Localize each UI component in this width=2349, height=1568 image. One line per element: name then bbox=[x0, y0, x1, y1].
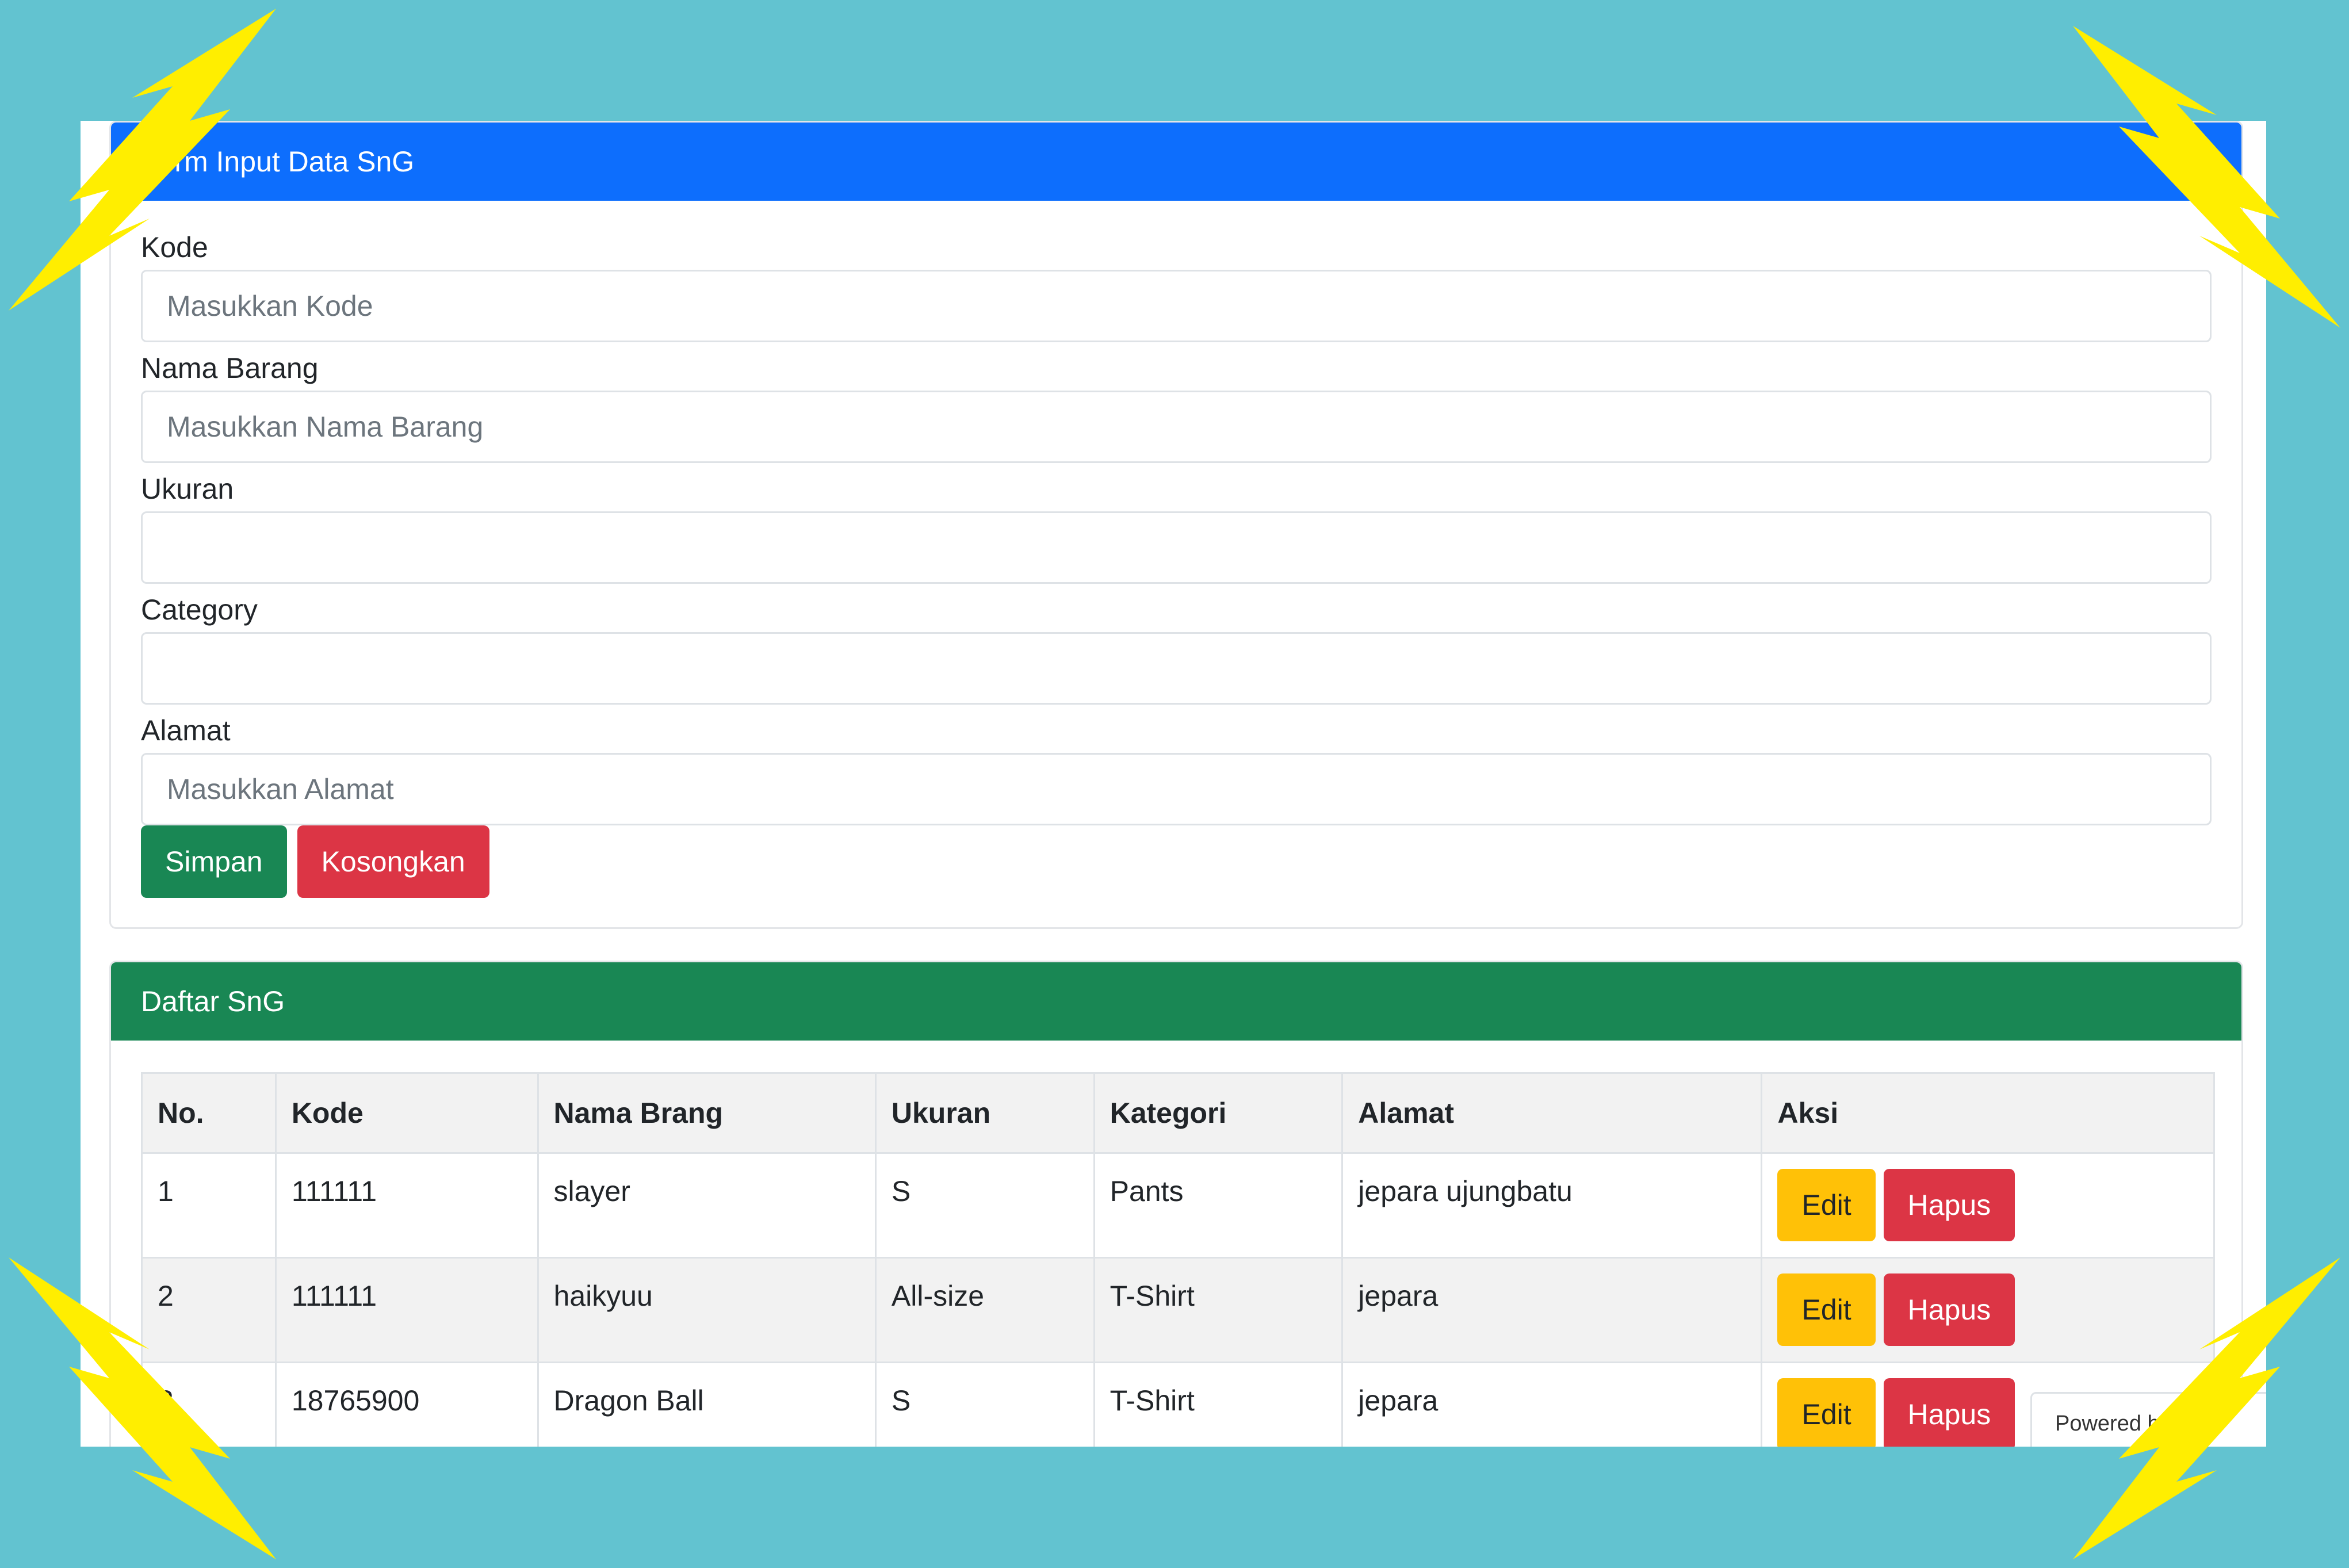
form-body: Kode Nama Barang Ukuran Category Alamat … bbox=[111, 201, 2241, 898]
table-header-row: No. Kode Nama Brang Ukuran Kategori Alam… bbox=[141, 1072, 2215, 1154]
cell-kategori: T-Shirt bbox=[1093, 1362, 1344, 1447]
form-card-header: Form Input Data SnG bbox=[111, 123, 2241, 201]
list-card: Daftar SnG No. Kode Nama Brang Ukuran Ka… bbox=[109, 961, 2243, 1447]
cell-kategori: T-Shirt bbox=[1093, 1257, 1344, 1363]
lightning-bolt-icon bbox=[2073, 1257, 2340, 1559]
column-header-kode: Kode bbox=[274, 1072, 539, 1154]
edit-button[interactable]: Edit bbox=[1777, 1273, 1876, 1346]
clear-button[interactable]: Kosongkan bbox=[297, 825, 489, 898]
table-row: 1 111111 slayer S Pants jepara ujungbatu… bbox=[141, 1152, 2215, 1259]
edit-button[interactable]: Edit bbox=[1777, 1169, 1876, 1241]
cell-kode: 111111 bbox=[274, 1257, 539, 1363]
lightning-bolt-icon bbox=[9, 9, 276, 311]
data-table: No. Kode Nama Brang Ukuran Kategori Alam… bbox=[141, 1072, 2215, 1447]
delete-button[interactable]: Hapus bbox=[1883, 1273, 2015, 1346]
ukuran-input[interactable] bbox=[141, 511, 2212, 584]
nama-barang-label: Nama Barang bbox=[141, 352, 319, 384]
kode-label: Kode bbox=[141, 231, 208, 263]
column-header-nama: Nama Brang bbox=[537, 1072, 877, 1154]
column-header-no: No. bbox=[141, 1072, 277, 1154]
cell-kode: 18765900 bbox=[274, 1362, 539, 1447]
column-header-ukuran: Ukuran bbox=[874, 1072, 1095, 1154]
delete-button[interactable]: Hapus bbox=[1883, 1169, 2015, 1241]
lightning-bolt-icon bbox=[9, 1257, 276, 1559]
list-body: No. Kode Nama Brang Ukuran Kategori Alam… bbox=[111, 1072, 2241, 1447]
list-card-header: Daftar SnG bbox=[111, 962, 2241, 1041]
alamat-input[interactable] bbox=[141, 753, 2212, 825]
ukuran-label: Ukuran bbox=[141, 473, 234, 505]
cell-aksi: Edit Hapus bbox=[1761, 1152, 2215, 1259]
cell-no: 1 bbox=[141, 1152, 277, 1259]
cell-nama: Dragon Ball bbox=[537, 1362, 877, 1447]
table-row: 3 18765900 Dragon Ball S T-Shirt jepara … bbox=[141, 1362, 2215, 1447]
cell-alamat: jepara bbox=[1341, 1257, 1763, 1363]
nama-barang-input[interactable] bbox=[141, 391, 2212, 463]
cell-ukuran: S bbox=[874, 1152, 1095, 1259]
form-card: Form Input Data SnG Kode Nama Barang Uku… bbox=[109, 121, 2243, 929]
column-header-alamat: Alamat bbox=[1341, 1072, 1763, 1154]
save-button[interactable]: Simpan bbox=[141, 825, 287, 898]
column-header-kategori: Kategori bbox=[1093, 1072, 1344, 1154]
delete-button[interactable]: Hapus bbox=[1883, 1378, 2015, 1447]
category-input[interactable] bbox=[141, 632, 2212, 705]
lightning-bolt-icon bbox=[2073, 26, 2340, 328]
cell-alamat: jepara ujungbatu bbox=[1341, 1152, 1763, 1259]
cell-kode: 111111 bbox=[274, 1152, 539, 1259]
kode-input[interactable] bbox=[141, 270, 2212, 342]
cell-kategori: Pants bbox=[1093, 1152, 1344, 1259]
list-card-title: Daftar SnG bbox=[141, 985, 285, 1018]
cell-nama: haikyuu bbox=[537, 1257, 877, 1363]
cell-alamat: jepara bbox=[1341, 1362, 1763, 1447]
cell-ukuran: All-size bbox=[874, 1257, 1095, 1363]
table-row: 2 111111 haikyuu All-size T-Shirt jepara… bbox=[141, 1257, 2215, 1363]
cell-ukuran: S bbox=[874, 1362, 1095, 1447]
edit-button[interactable]: Edit bbox=[1777, 1378, 1876, 1447]
alamat-label: Alamat bbox=[141, 714, 231, 747]
browser-page: Form Input Data SnG Kode Nama Barang Uku… bbox=[81, 121, 2266, 1447]
column-header-aksi: Aksi bbox=[1761, 1072, 2215, 1154]
form-actions: Simpan Kosongkan bbox=[141, 825, 2212, 898]
cell-nama: slayer bbox=[537, 1152, 877, 1259]
category-label: Category bbox=[141, 594, 258, 626]
